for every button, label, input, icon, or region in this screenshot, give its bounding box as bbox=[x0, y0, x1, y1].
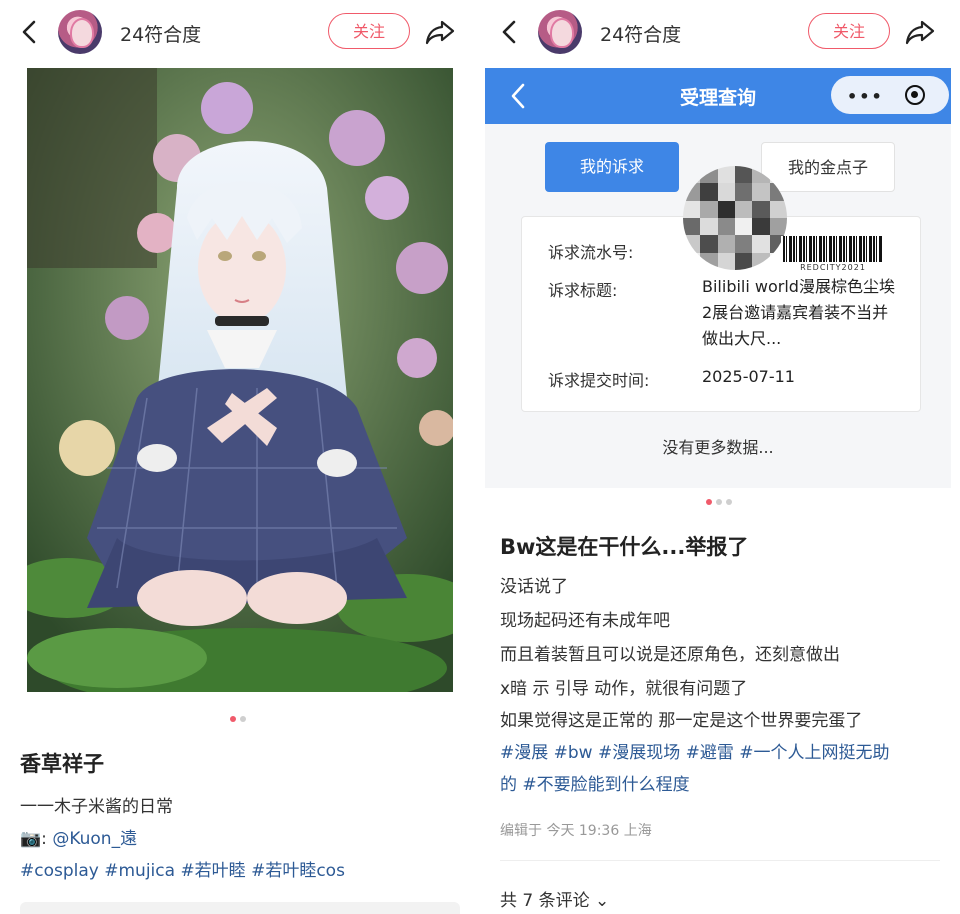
back-icon[interactable] bbox=[16, 18, 44, 46]
post-header: 24符合度 关注 bbox=[480, 0, 960, 64]
more-icon: ••• bbox=[847, 87, 884, 106]
divider bbox=[500, 860, 940, 861]
barcode-watermark: REDCITY2021 bbox=[781, 236, 885, 274]
post-screenshot-image[interactable]: 受理查询 ••• 我的诉求 我的金点子 诉求流水号: 诉求标题: Bilibil… bbox=[485, 68, 951, 488]
post-hashtags[interactable]: #cosplay #mujica #若叶睦 #若叶睦cos bbox=[20, 856, 345, 881]
pager-dot bbox=[240, 716, 246, 722]
chevron-down-icon: ⌄ bbox=[595, 891, 610, 911]
post-line: 没话说了 bbox=[500, 577, 568, 597]
username[interactable]: 24符合度 bbox=[120, 20, 201, 47]
follow-button[interactable]: 关注 bbox=[808, 13, 890, 49]
post-hashtags[interactable]: 的 #不要脸能到什么程度 bbox=[500, 770, 690, 795]
credit-separator: : bbox=[41, 829, 47, 849]
comment-count-label: 共 7 条评论 bbox=[500, 891, 590, 911]
share-icon[interactable] bbox=[424, 17, 456, 47]
pager-dot bbox=[726, 499, 732, 505]
credit-mention[interactable]: @Kuon_遠 bbox=[52, 829, 137, 849]
pager-dot bbox=[716, 499, 722, 505]
photo-illustration bbox=[27, 68, 453, 692]
comment-bar[interactable] bbox=[20, 902, 460, 914]
tab-my-appeals: 我的诉求 bbox=[545, 142, 679, 192]
post-hashtags[interactable]: #漫展 #bw #漫展现场 #避雷 #一个人上网挺无助 bbox=[500, 738, 890, 763]
tab-my-ideas: 我的金点子 bbox=[761, 142, 895, 192]
post-photo[interactable] bbox=[27, 68, 453, 692]
subject-label: 诉求标题: bbox=[548, 281, 618, 300]
post-line: 一一木子米酱的日常 bbox=[20, 797, 173, 817]
mosaic-avatar bbox=[683, 166, 787, 270]
post-line: 如果觉得这是正常的 那一定是这个世界要完蛋了 bbox=[500, 711, 863, 731]
no-more-data: 没有更多数据... bbox=[662, 438, 774, 457]
miniapp-navbar: 受理查询 ••• bbox=[485, 68, 951, 124]
camera-icon: 📷 bbox=[20, 829, 42, 849]
share-icon[interactable] bbox=[904, 17, 936, 47]
follow-button[interactable]: 关注 bbox=[328, 13, 410, 49]
post-line: 现场起码还有未成年吧 bbox=[500, 611, 670, 631]
serial-label: 诉求流水号: bbox=[548, 243, 634, 262]
pager-dot-active bbox=[230, 716, 236, 722]
avatar[interactable] bbox=[538, 10, 582, 54]
time-label: 诉求提交时间: bbox=[548, 371, 650, 390]
post-line: 而且着装暂且可以说是还原角色，还刻意做出 bbox=[500, 645, 840, 665]
post-title: Bw这是在干什么...举报了 bbox=[500, 535, 749, 559]
left-post-panel: 24符合度 关注 香草祥子 一一木子米酱的日常 📷: @Kuon_遠 #cosp… bbox=[0, 0, 480, 914]
username[interactable]: 24符合度 bbox=[600, 20, 681, 47]
watermark-text: REDCITY2021 bbox=[800, 263, 866, 272]
post-title: 香草祥子 bbox=[20, 752, 104, 776]
back-icon[interactable] bbox=[496, 18, 524, 46]
time-value: 2025-07-11 bbox=[702, 367, 795, 386]
miniapp-capsule: ••• bbox=[831, 76, 949, 114]
image-pager bbox=[706, 499, 732, 505]
post-meta: 编辑于 今天 19:36 上海 bbox=[500, 823, 652, 839]
credit-line: 📷: @Kuon_遠 bbox=[20, 824, 137, 849]
comment-count[interactable]: 共 7 条评论 ⌄ bbox=[500, 886, 609, 911]
post-header: 24符合度 关注 bbox=[0, 0, 480, 64]
image-pager bbox=[230, 716, 246, 722]
pager-dot-active bbox=[706, 499, 712, 505]
target-icon bbox=[905, 85, 925, 105]
subject-value: Bilibili world漫展棕色尘埃2展台邀请嘉宾着装不当并做出大尺... bbox=[702, 277, 895, 348]
right-post-panel: 24符合度 关注 受理查询 ••• 我的诉求 我的金点子 诉求流水号: 诉求标题… bbox=[480, 0, 960, 914]
post-line: x暗 示 引导 动作，就很有问题了 bbox=[500, 679, 748, 699]
avatar[interactable] bbox=[58, 10, 102, 54]
